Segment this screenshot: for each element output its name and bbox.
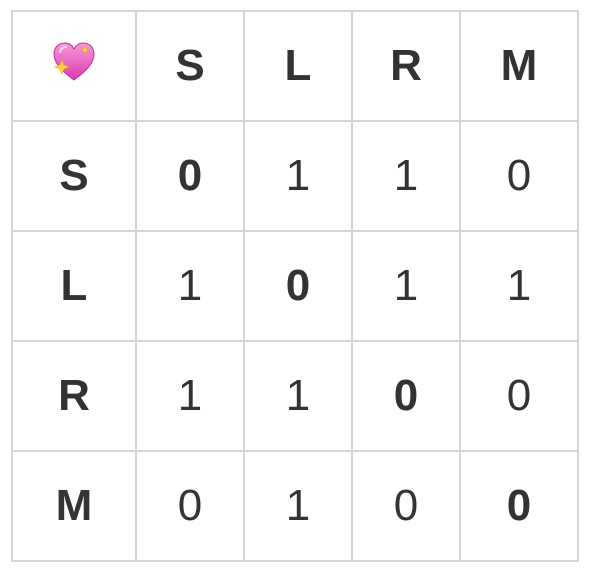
row-header-r: R	[11, 340, 137, 452]
cell-s-m: 0	[459, 120, 579, 232]
cell-r-s: 1	[135, 340, 245, 452]
table-row: L 1 0 1 1	[11, 230, 579, 342]
table-row: M 0 1 0 0	[11, 450, 579, 562]
cell-s-l: 1	[243, 120, 353, 232]
cell-m-m: 0	[459, 450, 579, 562]
cell-m-s: 0	[135, 450, 245, 562]
cell-m-l: 1	[243, 450, 353, 562]
row-header-m: M	[11, 450, 137, 562]
column-header-l: L	[243, 10, 353, 122]
cell-l-m: 1	[459, 230, 579, 342]
corner-cell	[11, 10, 137, 122]
cell-l-s: 1	[135, 230, 245, 342]
cell-s-r: 1	[351, 120, 461, 232]
sparkling-heart-icon	[50, 40, 98, 84]
column-header-s: S	[135, 10, 245, 122]
cell-m-r: 0	[351, 450, 461, 562]
cell-r-r: 0	[351, 340, 461, 452]
row-header-l: L	[11, 230, 137, 342]
table-row: S 0 1 1 0	[11, 120, 579, 232]
cell-l-l: 0	[243, 230, 353, 342]
header-row: S L R M	[11, 10, 579, 122]
cell-s-s: 0	[135, 120, 245, 232]
table-row: R 1 1 0 0	[11, 340, 579, 452]
cell-r-m: 0	[459, 340, 579, 452]
column-header-m: M	[459, 10, 579, 122]
adjacency-matrix-table: S L R M S 0 1 1 0 L 1 0 1 1 R 1 1 0 0 M	[11, 10, 579, 562]
row-header-s: S	[11, 120, 137, 232]
column-header-r: R	[351, 10, 461, 122]
cell-l-r: 1	[351, 230, 461, 342]
cell-r-l: 1	[243, 340, 353, 452]
